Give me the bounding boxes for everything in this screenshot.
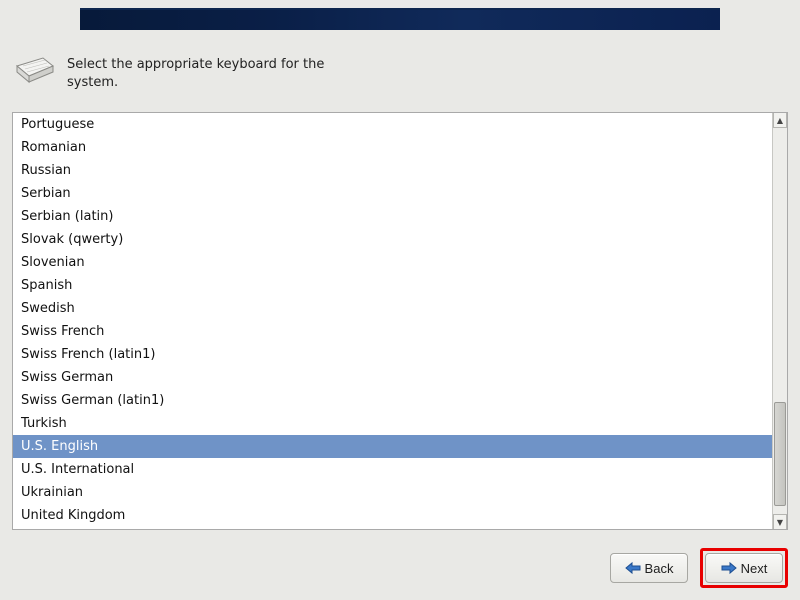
list-item[interactable]: U.S. International [13,458,772,481]
back-button-label: Back [645,561,674,576]
list-item[interactable]: Swedish [13,297,772,320]
list-item[interactable]: Slovak (qwerty) [13,228,772,251]
list-item[interactable]: U.S. English [13,435,772,458]
arrow-right-icon [721,561,737,575]
list-item[interactable]: Romanian [13,136,772,159]
wizard-buttons: Back Next [610,548,788,588]
keyboard-icon [15,56,55,84]
scrollbar-track[interactable] [773,128,787,514]
scrollbar-thumb[interactable] [774,402,786,506]
list-item[interactable]: Russian [13,159,772,182]
instruction-text: Select the appropriate keyboard for the … [67,56,327,91]
list-item[interactable]: Ukrainian [13,481,772,504]
back-button[interactable]: Back [610,553,688,583]
list-item[interactable]: Swiss German [13,366,772,389]
arrow-left-icon [625,561,641,575]
list-item[interactable]: Swiss German (latin1) [13,389,772,412]
list-item[interactable]: Spanish [13,274,772,297]
scroll-up-button[interactable]: ▲ [773,113,787,128]
instruction-row: Select the appropriate keyboard for the … [15,56,327,91]
keyboard-list-viewport[interactable]: PortugueseRomanianRussianSerbianSerbian … [13,113,772,529]
scroll-down-button[interactable]: ▼ [773,514,787,529]
next-button-highlight: Next [700,548,788,588]
vertical-scrollbar[interactable]: ▲ ▼ [772,113,787,529]
list-item[interactable]: Serbian [13,182,772,205]
banner-header [80,8,720,30]
list-item[interactable]: Slovenian [13,251,772,274]
list-item[interactable]: Turkish [13,412,772,435]
list-item[interactable]: Swiss French [13,320,772,343]
list-item[interactable]: United Kingdom [13,504,772,527]
list-item[interactable]: Swiss French (latin1) [13,343,772,366]
next-button[interactable]: Next [705,553,783,583]
list-item[interactable]: Portuguese [13,113,772,136]
next-button-label: Next [741,561,768,576]
keyboard-list[interactable]: PortugueseRomanianRussianSerbianSerbian … [12,112,788,530]
list-item[interactable]: Serbian (latin) [13,205,772,228]
